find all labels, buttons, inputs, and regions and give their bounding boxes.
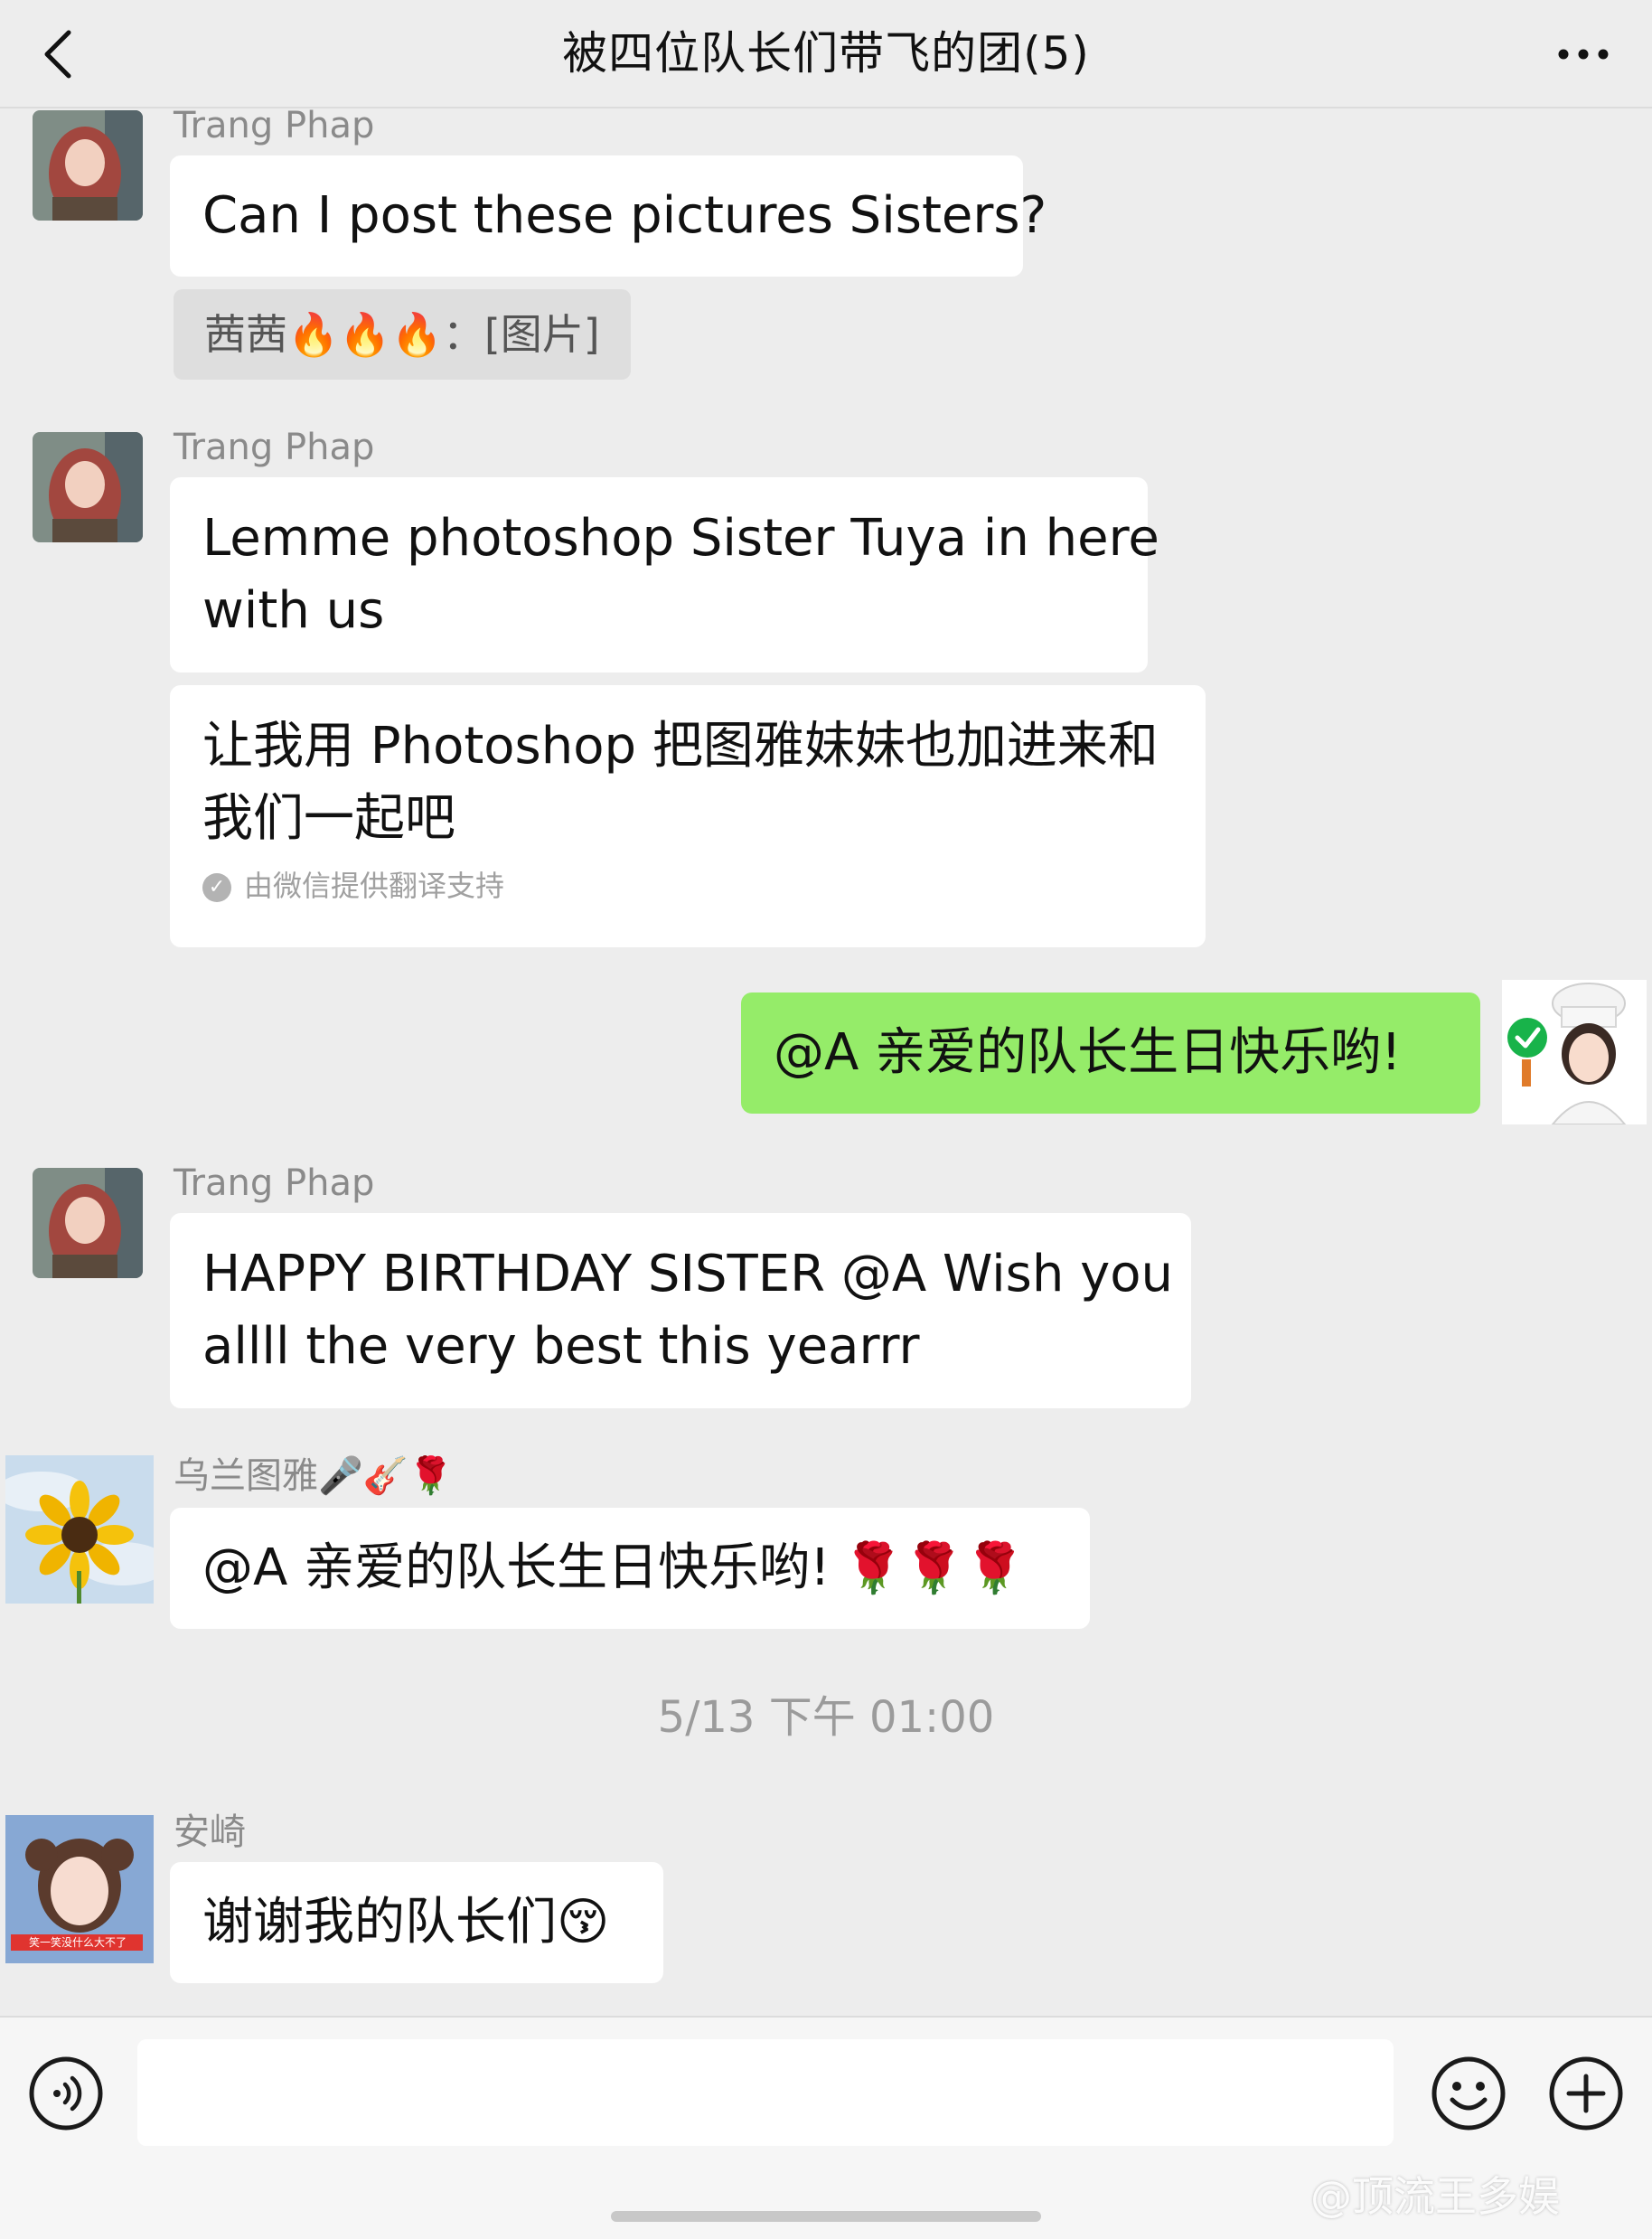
voice-icon (29, 2056, 103, 2131)
more-horizontal-icon (1558, 49, 1609, 60)
emoji-icon (1431, 2056, 1506, 2131)
sender-name: 安崎 (174, 1811, 246, 1853)
avatar[interactable]: 笑一笑没什么大不了 (5, 1815, 154, 1963)
quoted-message[interactable]: 茜茜🔥🔥🔥：[图片] (174, 289, 631, 380)
message-bubble[interactable]: Can I post these pictures Sisters? (170, 155, 1047, 277)
more-button[interactable] (1549, 20, 1618, 89)
translation-text-line: 让我用 Photoshop 把图雅妹妹也加进来和 (202, 717, 1159, 776)
avatar[interactable] (33, 1168, 143, 1278)
sender-name: Trang Phap (174, 105, 375, 146)
message-text-line: HAPPY BIRTHDAY SISTER @A Wish you (202, 1245, 1174, 1303)
sender-name: Trang Phap (174, 427, 375, 468)
message-text: @A 亲爱的队长生日快乐哟! (774, 1023, 1402, 1082)
message-bubble[interactable]: 谢谢我的队长们😚 (170, 1862, 663, 1983)
voice-button[interactable] (27, 2055, 105, 2132)
message-input[interactable] (137, 2039, 1394, 2146)
message-bubble[interactable]: HAPPY BIRTHDAY SISTER @A Wish you allll … (170, 1213, 1191, 1408)
rose-icon: 🌹🌹🌹 (842, 1539, 1026, 1596)
message-text-line: Lemme photoshop Sister Tuya in here (202, 509, 1159, 568)
message-text: Can I post these pictures Sisters? (202, 186, 1047, 245)
watermark: @顶流王多娱 (1310, 2172, 1560, 2221)
message-text-line: allll the very best this yearrr (202, 1317, 920, 1376)
message-text: 谢谢我的队长们 (202, 1893, 557, 1952)
avatar[interactable] (33, 110, 143, 221)
my-avatar[interactable] (1502, 980, 1647, 1124)
message-text: @A 亲爱的队长生日快乐哟! (202, 1538, 831, 1597)
kissing-face-icon: 😚 (557, 1893, 610, 1952)
quote-text: ：[图片] (442, 310, 600, 359)
avatar[interactable] (5, 1455, 154, 1604)
message-text-line: with us (202, 581, 385, 640)
back-button[interactable] (27, 20, 96, 89)
quote-sender: 茜茜 (204, 310, 287, 359)
message-bubble[interactable]: Lemme photoshop Sister Tuya in here with… (170, 477, 1159, 673)
more-actions-button[interactable] (1547, 2055, 1625, 2132)
message-bubble[interactable]: @A 亲爱的队长生日快乐哟! 🌹🌹🌹 (170, 1508, 1090, 1629)
sender-name: Trang Phap (174, 1162, 375, 1204)
avatar[interactable] (33, 432, 143, 542)
sender-name: 乌兰图雅🎤🎸🌹 (174, 1455, 454, 1497)
chat-title: 被四位队长们带飞的团(5) (562, 27, 1090, 80)
translation-note-text: 由微信提供翻译支持 (244, 869, 505, 903)
check-icon: ✓ (202, 873, 231, 902)
translation-bubble[interactable]: 让我用 Photoshop 把图雅妹妹也加进来和 我们一起吧 ✓ 由微信提供翻译支… (170, 685, 1206, 947)
translation-text-line: 我们一起吧 (202, 789, 455, 848)
chevron-left-icon (44, 30, 71, 79)
home-indicator[interactable] (611, 2211, 1041, 2222)
fire-icon: 🔥🔥🔥 (287, 310, 443, 359)
avatar-caption: 笑一笑没什么大不了 (28, 1936, 127, 1949)
timestamp: 5/13 下午 01:00 (657, 1692, 995, 1743)
my-message-bubble[interactable]: @A 亲爱的队长生日快乐哟! (741, 992, 1480, 1114)
emoji-button[interactable] (1430, 2055, 1507, 2132)
plus-circle-icon (1549, 2056, 1623, 2131)
translation-note: ✓ 由微信提供翻译支持 (202, 866, 1173, 906)
